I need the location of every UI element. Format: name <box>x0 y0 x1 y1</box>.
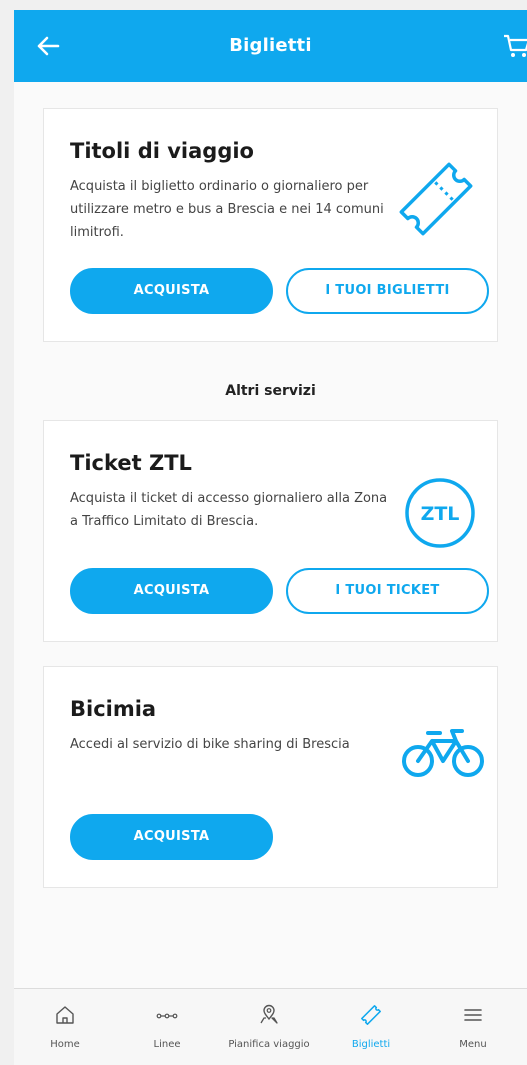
nav-label: Home <box>50 1039 80 1050</box>
ztl-ticket-card: Ticket ZTL Acquista il ticket di accesso… <box>43 420 498 642</box>
bottom-nav: Home Linee Pianifica viaggio Biglietti M… <box>14 988 527 1065</box>
my-ztl-tickets-button[interactable]: I TUOI TICKET <box>286 568 489 614</box>
nav-item-menu[interactable]: Menu <box>422 989 524 1065</box>
buy-tickets-button[interactable]: ACQUISTA <box>70 268 273 314</box>
map-pin-icon <box>260 1004 278 1024</box>
ticket-icon <box>361 1005 381 1025</box>
main-content: Titoli di viaggio Acquista il biglietto … <box>14 82 527 988</box>
my-tickets-button[interactable]: I TUOI BIGLIETTI <box>286 268 489 314</box>
card-description: Accedi al servizio di bike sharing di Br… <box>70 737 350 752</box>
nav-label: Linee <box>153 1039 181 1050</box>
cart-icon[interactable] <box>501 30 527 62</box>
card-description: Acquista il ticket di accesso giornalier… <box>70 491 388 529</box>
home-icon <box>56 1006 74 1024</box>
card-title: Ticket ZTL <box>70 451 192 475</box>
ztl-icon: ZTL <box>405 478 475 548</box>
card-title: Titoli di viaggio <box>70 139 254 163</box>
bicimia-card: Bicimia Accedi al servizio di bike shari… <box>43 666 498 888</box>
nav-label: Menu <box>459 1039 487 1050</box>
card-description: Acquista il biglietto ordinario o giorna… <box>70 179 384 240</box>
buy-ztl-ticket-button[interactable]: ACQUISTA <box>70 568 273 614</box>
card-title: Bicimia <box>70 697 157 721</box>
nav-label: Pianifica viaggio <box>228 1039 310 1050</box>
status-bar-area <box>0 0 527 10</box>
nav-label: Biglietti <box>351 1039 391 1050</box>
nav-item-home[interactable]: Home <box>14 989 116 1065</box>
buy-bicimia-button[interactable]: ACQUISTA <box>70 814 273 860</box>
hamburger-menu-icon <box>464 1009 482 1021</box>
svg-text:ZTL: ZTL <box>421 503 460 525</box>
nav-item-biglietti[interactable]: Biglietti <box>320 989 422 1065</box>
nav-item-linee[interactable]: Linee <box>116 989 218 1065</box>
travel-tickets-card: Titoli di viaggio Acquista il biglietto … <box>43 108 498 342</box>
app-header: Biglietti <box>14 10 527 82</box>
section-label: Altri servizi <box>225 383 316 399</box>
nav-item-pianifica-viaggio[interactable]: Pianifica viaggio <box>218 989 320 1065</box>
bicycle-icon <box>402 729 484 777</box>
page-title: Biglietti <box>229 35 312 56</box>
ticket-icon <box>399 162 473 236</box>
route-dots-icon <box>156 1013 178 1019</box>
